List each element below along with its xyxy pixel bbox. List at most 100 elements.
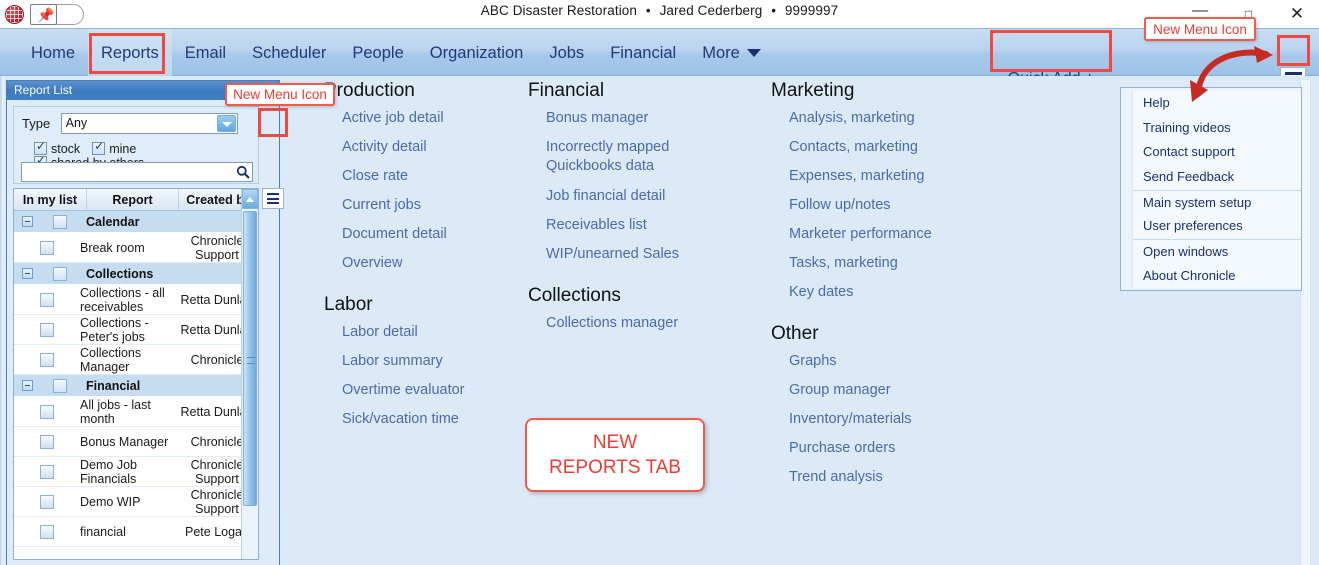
nav-item-organization[interactable]: Organization xyxy=(417,29,537,77)
row-checkbox[interactable] xyxy=(14,464,80,479)
report-group-row[interactable]: Calendar xyxy=(14,211,258,233)
nav-item-email[interactable]: Email xyxy=(172,29,239,77)
reports-column-2: Financial Bonus manager Incorrectly mapped… xyxy=(528,80,679,354)
main-menu-dropdown[interactable]: Help Training videos Contact support Send F… xyxy=(1120,87,1302,291)
report-group-row[interactable]: Financial xyxy=(14,375,258,397)
row-checkbox[interactable] xyxy=(14,240,80,255)
report-name: Collections - Peter's jobs xyxy=(80,315,149,344)
report-link[interactable]: WIP/unearned Sales xyxy=(546,245,679,263)
menu-item-training-videos[interactable]: Training videos xyxy=(1133,116,1301,141)
report-link[interactable]: Sick/vacation time xyxy=(342,410,465,428)
column-header[interactable]: In my list xyxy=(14,189,87,210)
report-list-menu-icon[interactable] xyxy=(262,188,284,209)
report-link[interactable]: Labor detail xyxy=(342,323,465,341)
report-link[interactable]: Graphs xyxy=(789,352,932,370)
report-name: All jobs - last month xyxy=(80,397,151,426)
chevron-down-icon[interactable] xyxy=(216,115,236,132)
report-link[interactable]: Purchase orders xyxy=(789,439,932,457)
group-checkbox[interactable] xyxy=(40,214,80,229)
nav-item-people[interactable]: People xyxy=(339,29,416,77)
report-link[interactable]: Group manager xyxy=(789,381,932,399)
report-grid-rows[interactable]: Calendar Break room Chronicle Support Colle… xyxy=(14,211,258,547)
report-list-grid[interactable]: In my list Report Created by Calendar Break… xyxy=(13,188,259,560)
report-row[interactable]: Bonus Manager Chronicle xyxy=(14,427,258,457)
report-link[interactable]: Tasks, marketing xyxy=(789,254,932,272)
report-link[interactable]: Overtime evaluator xyxy=(342,381,465,399)
menu-item-user-preferences[interactable]: User preferences xyxy=(1133,214,1301,239)
report-link[interactable]: Contacts, marketing xyxy=(789,138,932,156)
report-link[interactable]: Active job detail xyxy=(342,109,465,127)
row-checkbox[interactable] xyxy=(14,322,80,337)
search-icon[interactable] xyxy=(233,163,252,181)
report-link[interactable]: Analysis, marketing xyxy=(789,109,932,127)
report-link[interactable]: Receivables list xyxy=(546,216,679,234)
group-checkbox[interactable] xyxy=(40,266,80,281)
expand-collapse-icon[interactable] xyxy=(14,216,40,227)
report-link[interactable]: Expenses, marketing xyxy=(789,167,932,185)
nav-item-reports[interactable]: Reports xyxy=(88,29,172,77)
report-link[interactable]: Trend analysis xyxy=(789,468,932,486)
checkbox-label: mine xyxy=(109,141,137,156)
close-button[interactable]: ✕ xyxy=(1275,0,1319,28)
report-link[interactable]: Activity detail xyxy=(342,138,465,156)
report-row[interactable]: Break room Chronicle Support xyxy=(14,233,258,263)
checkbox-box[interactable] xyxy=(92,139,106,155)
nav-item-label: Email xyxy=(184,44,227,62)
row-checkbox[interactable] xyxy=(14,352,80,367)
expand-collapse-icon[interactable] xyxy=(14,268,40,279)
nav-item-jobs[interactable]: Jobs xyxy=(536,29,597,77)
report-link[interactable]: Inventory/materials xyxy=(789,410,932,428)
menu-item-send-feedback[interactable]: Send Feedback xyxy=(1133,165,1301,190)
report-section-title: Marketing xyxy=(771,80,855,101)
report-link[interactable]: Bonus manager xyxy=(546,109,679,127)
nav-item-label: People xyxy=(352,44,404,62)
report-link[interactable]: Marketer performance xyxy=(789,225,932,243)
row-checkbox[interactable] xyxy=(14,404,80,419)
type-select[interactable]: Any xyxy=(60,113,238,134)
checkbox-label: stock xyxy=(51,141,81,156)
report-row[interactable]: Collections Manager Chronicle xyxy=(14,345,258,375)
report-link[interactable]: Job financial detail xyxy=(546,187,679,205)
report-group-row[interactable]: Collections xyxy=(14,263,258,285)
row-checkbox[interactable] xyxy=(14,292,80,307)
report-grid-scrollbar[interactable] xyxy=(241,189,258,559)
column-header[interactable]: Report xyxy=(87,189,179,210)
report-link[interactable]: Incorrectly mapped Quickbooks data xyxy=(546,138,674,176)
report-row[interactable]: financial Pete Logan xyxy=(14,517,258,547)
report-name: Break room xyxy=(80,240,145,255)
report-row[interactable]: All jobs - last month Retta Dunlap xyxy=(14,397,258,427)
menu-item-main-system-setup[interactable]: Main system setup xyxy=(1133,189,1301,215)
chevron-down-icon[interactable] xyxy=(746,48,761,57)
report-link[interactable]: Labor summary xyxy=(342,352,465,370)
scrollbar-thumb[interactable] xyxy=(243,211,257,506)
row-checkbox[interactable] xyxy=(14,494,80,509)
report-link[interactable]: Follow up/notes xyxy=(789,196,932,214)
report-row[interactable]: Demo Job Financials Chronicle Support xyxy=(14,457,258,487)
scroll-up-icon[interactable] xyxy=(242,189,258,209)
menu-item-open-windows[interactable]: Open windows xyxy=(1133,239,1301,264)
menu-item-contact-support[interactable]: Contact support xyxy=(1133,140,1301,165)
main-menu-items[interactable]: Help Training videos Contact support Send F… xyxy=(1132,91,1301,288)
menu-item-help[interactable]: Help xyxy=(1133,91,1301,116)
checkbox-mine[interactable]: mine xyxy=(92,139,137,156)
report-section: Financial Bonus manager Incorrectly mapped… xyxy=(528,80,679,263)
nav-item-more[interactable]: More xyxy=(689,29,774,77)
report-link[interactable]: Collections manager xyxy=(546,314,679,332)
report-link[interactable]: Key dates xyxy=(789,283,932,301)
expand-collapse-icon[interactable] xyxy=(14,380,40,391)
report-search-input[interactable] xyxy=(21,162,253,182)
report-link[interactable]: Current jobs xyxy=(342,196,465,214)
nav-item-financial[interactable]: Financial xyxy=(597,29,689,77)
report-row[interactable]: Collections - Peter's jobs Retta Dunlap xyxy=(14,315,258,345)
row-checkbox[interactable] xyxy=(14,434,80,449)
report-link[interactable]: Overview xyxy=(342,254,465,272)
row-checkbox[interactable] xyxy=(14,524,80,539)
nav-item-scheduler[interactable]: Scheduler xyxy=(239,29,339,77)
report-row[interactable]: Collections - all receivables Retta Dunla… xyxy=(14,285,258,315)
report-link[interactable]: Document detail xyxy=(342,225,465,243)
report-link[interactable]: Close rate xyxy=(342,167,465,185)
nav-item-home[interactable]: Home xyxy=(18,29,88,77)
group-checkbox[interactable] xyxy=(40,378,80,393)
report-row[interactable]: Demo WIP Chronicle Support xyxy=(14,487,258,517)
menu-item-about-chronicle[interactable]: About Chronicle xyxy=(1133,264,1301,289)
